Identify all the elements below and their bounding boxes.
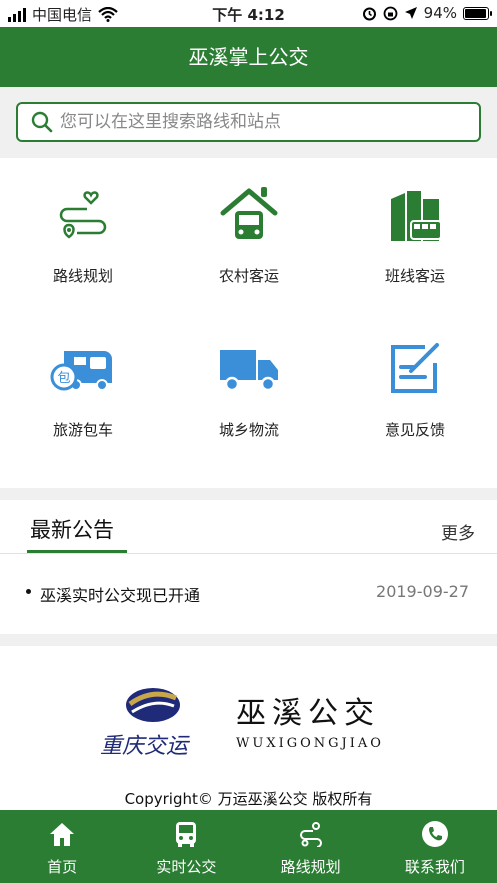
footer: 重庆交运 巫溪公交 WUXIGONGJIAO Copyright© 万运巫溪公交… [0,646,497,810]
grid-item-rural-bus[interactable]: 农村客运 [166,180,332,286]
tab-contact[interactable]: 联系我们 [373,810,497,883]
home-icon [50,823,75,846]
phone-icon [421,821,448,847]
logistics-truck-icon [220,350,278,392]
rotation-lock-icon [383,6,398,20]
battery-icon [463,6,492,20]
notice-title-underline [27,550,127,553]
route-plan-icon [59,191,107,239]
tab-label: 联系我们 [404,858,465,876]
copyright-text: Copyright© 万运巫溪公交 版权所有 [124,790,373,808]
grid-label: 城乡物流 [218,421,279,439]
notice-header: 最新公告 更多 [0,500,497,554]
grid-label: 路线规划 [52,267,113,285]
bullet [26,589,31,594]
tab-home[interactable]: 首页 [0,810,124,883]
notice-more-link[interactable]: 更多 [441,519,475,544]
notice-item-date: 2019-09-27 [376,582,469,601]
company-logo: 重庆交运 巫溪公交 WUXIGONGJIAO [100,684,400,764]
grid-label: 意见反馈 [384,421,445,439]
page-title: 巫溪掌上公交 [188,45,309,69]
tour-charter-icon: 包 [50,351,112,391]
logo-script-text: 重庆交运 [100,734,189,759]
notice-item[interactable]: 巫溪实时公交现已开通 2019-09-27 [0,580,497,610]
notice-item-text: 巫溪实时公交现已开通 [40,586,201,605]
tab-label: 路线规划 [280,858,341,876]
grid-label: 农村客运 [218,267,279,285]
bus-icon [176,822,197,847]
search-icon [31,111,53,133]
grid-item-tour-charter[interactable]: 包 旅游包车 [0,334,166,440]
function-grid: 路线规划 农村客运 班线客运 包 旅游包车 城乡物流 意见反馈 [0,158,497,488]
grid-item-route-plan[interactable]: 路线规划 [0,180,166,286]
status-bar: 中国电信 下午 4:12 94% [0,0,497,27]
route-icon [299,822,322,847]
svg-text:包: 包 [57,371,70,386]
logo-brand-en-text: WUXIGONGJIAO [236,736,384,751]
logo-brand-text: 巫溪公交 [236,696,380,731]
battery-percent: 94% [423,4,457,22]
logo-emblem-icon [126,688,180,722]
tab-route-plan[interactable]: 路线规划 [249,810,373,883]
grid-item-shuttle-bus[interactable]: 班线客运 [332,180,497,286]
search-section [0,87,497,157]
location-arrow-icon [404,7,417,19]
notice-title: 最新公告 [30,518,114,542]
grid-item-feedback[interactable]: 意见反馈 [332,334,497,440]
tab-label: 实时公交 [156,858,217,876]
search-input[interactable] [60,112,460,132]
grid-item-logistics[interactable]: 城乡物流 [166,334,332,440]
grid-label: 旅游包车 [52,421,113,439]
tab-realtime-bus[interactable]: 实时公交 [124,810,248,883]
rural-bus-icon [220,187,278,239]
alarm-icon [362,7,376,20]
feedback-icon [391,343,439,393]
shuttle-bus-icon [391,191,442,241]
notice-section: 最新公告 更多 巫溪实时公交现已开通 2019-09-27 [0,500,497,634]
search-box[interactable] [16,102,481,142]
grid-label: 班线客运 [384,267,445,285]
tab-label: 首页 [47,858,78,876]
app-header: 巫溪掌上公交 [0,27,497,87]
bottom-tab-bar: 首页 实时公交 路线规划 联系我们 [0,810,497,883]
